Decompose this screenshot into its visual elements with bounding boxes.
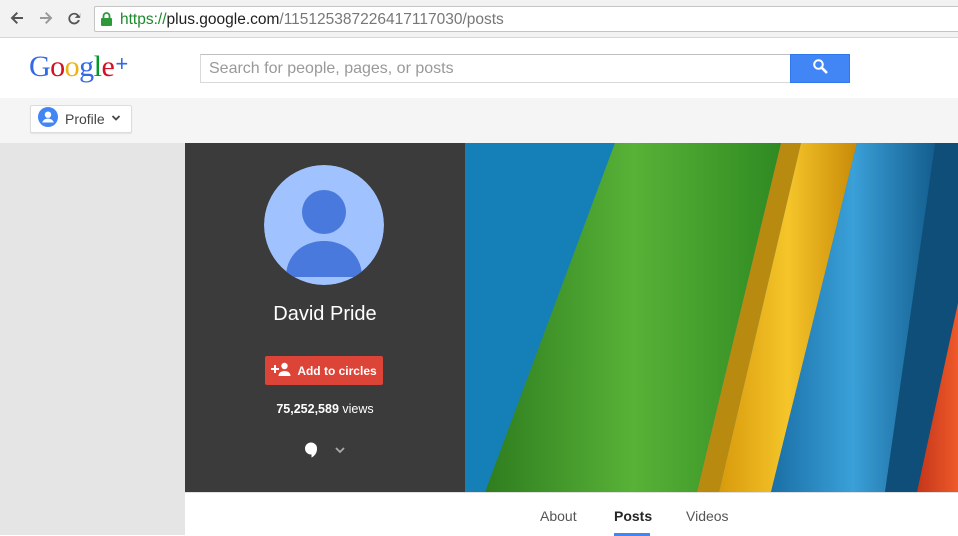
lock-icon <box>100 11 113 32</box>
profile-name: David Pride <box>273 303 377 325</box>
hangouts-icon[interactable] <box>303 441 319 459</box>
logo-letter: o <box>50 50 65 83</box>
left-gutter <box>0 143 185 535</box>
url-host: plus.google.com <box>166 11 280 28</box>
profile-card: David Pride Add to circles 75,252,589 vi… <box>185 143 465 492</box>
chevron-down-icon[interactable] <box>333 443 347 457</box>
logo-letter: e <box>101 50 115 83</box>
cover-photo <box>465 143 958 492</box>
tab-about[interactable]: About <box>540 507 577 525</box>
views-count: 75,252,589 views <box>185 401 465 417</box>
profile-dropdown[interactable]: Profile <box>30 105 132 133</box>
logo-letter: G <box>29 50 51 83</box>
add-person-icon <box>271 362 291 379</box>
search-input[interactable] <box>201 55 790 82</box>
logo-plus: + <box>115 51 128 76</box>
profile-dropdown-label: Profile <box>65 111 105 127</box>
search-button[interactable] <box>790 54 850 83</box>
profile-person-icon <box>38 106 58 132</box>
google-plus-logo[interactable]: Google+ <box>29 46 128 85</box>
url-protocol: https:// <box>120 11 167 28</box>
add-to-circles-label: Add to circles <box>297 363 377 378</box>
search-field[interactable] <box>200 54 791 83</box>
tab-posts[interactable]: Posts <box>614 507 652 525</box>
avatar[interactable] <box>264 165 384 285</box>
logo-letter: o <box>64 50 80 83</box>
forward-arrow-icon[interactable] <box>36 8 56 28</box>
add-to-circles-button[interactable]: Add to circles <box>265 356 383 385</box>
reload-icon[interactable] <box>64 8 84 28</box>
chevron-down-icon <box>111 110 121 128</box>
views-number: 75,252,589 <box>276 402 339 416</box>
magnifier-icon <box>812 58 828 79</box>
tab-videos[interactable]: Videos <box>686 507 729 525</box>
logo-letter: l <box>93 50 102 83</box>
browser-toolbar: https://plus.google.com/1151253872264171… <box>0 0 958 38</box>
back-arrow-icon[interactable] <box>7 8 27 28</box>
profile-tabs: About Posts Videos <box>185 492 958 536</box>
url-path: /115125387226417117030/posts <box>279 11 504 28</box>
logo-letter: g <box>79 50 94 83</box>
cover-photo-image <box>465 143 958 492</box>
url-text: https://plus.google.com/1151253872264171… <box>120 11 504 29</box>
gplus-header: Google+ <box>0 38 958 98</box>
address-bar[interactable]: https://plus.google.com/1151253872264171… <box>94 6 958 32</box>
views-suffix: views <box>338 402 374 416</box>
profile-bar: Profile <box>0 98 958 143</box>
